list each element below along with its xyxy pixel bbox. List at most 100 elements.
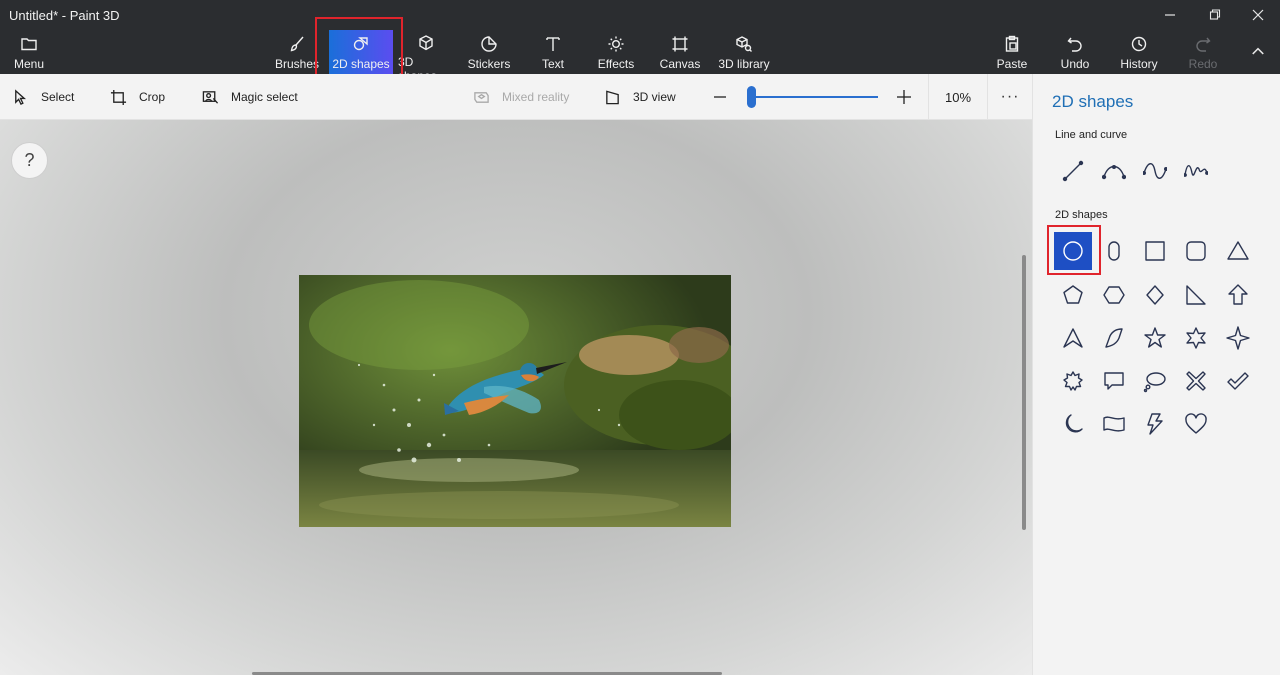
ribbon: Untitled* - Paint 3D Menu Brushes 2D sha…: [0, 0, 1280, 83]
kingfisher-photo: [299, 275, 731, 527]
magic-select-button[interactable]: Magic select: [202, 74, 298, 120]
line-shape[interactable]: [1054, 152, 1092, 190]
minimize-button[interactable]: [1150, 2, 1190, 28]
menu-label: Menu: [13, 57, 45, 71]
more-options-button[interactable]: ···: [990, 74, 1030, 120]
triangle-shape[interactable]: [1219, 232, 1257, 270]
crop-label: Crop: [139, 90, 166, 104]
hexagon-shape[interactable]: [1095, 276, 1133, 314]
tool-2d-shapes[interactable]: 2D shapes: [329, 30, 393, 74]
pentagon-shape[interactable]: [1054, 276, 1092, 314]
canvas-image[interactable]: [299, 275, 731, 527]
circle-shape[interactable]: [1054, 232, 1092, 270]
thought-bubble-shape[interactable]: [1136, 362, 1174, 400]
help-button[interactable]: ?: [11, 142, 48, 179]
3d-view-label: 3D view: [633, 90, 676, 104]
lightning-shape[interactable]: [1136, 405, 1174, 443]
action-label: Redo: [1188, 57, 1218, 71]
collapse-ribbon-button[interactable]: [1238, 38, 1278, 64]
tool-effects[interactable]: Effects: [594, 30, 638, 74]
cursor-icon: [15, 88, 27, 105]
undo-icon: [1065, 34, 1085, 54]
mixed-reality-button[interactable]: Mixed reality: [473, 74, 569, 120]
plus-icon: [897, 90, 911, 104]
zoom-out-button[interactable]: [709, 86, 731, 108]
thought-bubble-icon: [1143, 372, 1166, 393]
close-button[interactable]: [1238, 2, 1278, 28]
square-shape[interactable]: [1136, 232, 1174, 270]
heart-icon: [1185, 413, 1207, 434]
crop-button[interactable]: Crop: [110, 74, 165, 120]
close-icon: [1252, 9, 1264, 21]
curve-1-shape[interactable]: [1095, 152, 1133, 190]
tool-label: 3D library: [718, 57, 770, 71]
star-icon: [1144, 327, 1166, 348]
zoom-slider-track[interactable]: [748, 96, 878, 98]
line-icon: [1062, 160, 1084, 182]
tool-label: 2D shapes: [332, 57, 390, 71]
four-point-star-icon: [1226, 326, 1250, 350]
ellipse-shape[interactable]: [1095, 232, 1133, 270]
select-label: Select: [41, 90, 75, 104]
redo-button[interactable]: Redo: [1184, 30, 1222, 74]
folder-icon: [19, 34, 39, 54]
heart-shape[interactable]: [1177, 405, 1215, 443]
zoom-percentage[interactable]: 10%: [928, 74, 988, 120]
star-6-shape[interactable]: [1177, 319, 1215, 357]
2d-shapes-icon: [351, 34, 371, 54]
quarter-arc-icon: [1105, 328, 1123, 348]
arrowhead-shape[interactable]: [1054, 319, 1092, 357]
x-shape[interactable]: [1177, 362, 1215, 400]
right-triangle-shape[interactable]: [1177, 276, 1215, 314]
menu-button[interactable]: Menu: [6, 30, 52, 74]
sticker-icon: [479, 34, 499, 54]
action-label: Undo: [1060, 57, 1090, 71]
tool-label: Effects: [597, 57, 635, 71]
checkmark-shape[interactable]: [1219, 362, 1257, 400]
tool-label: Stickers: [467, 57, 511, 71]
curve-3-shape[interactable]: [1177, 152, 1215, 190]
quarter-circle-shape[interactable]: [1095, 319, 1133, 357]
tool-label: Brushes: [274, 57, 320, 71]
moon-shape[interactable]: [1054, 405, 1092, 443]
history-button[interactable]: History: [1117, 30, 1161, 74]
zoom-in-button[interactable]: [893, 86, 915, 108]
brush-icon: [287, 34, 307, 54]
restore-button[interactable]: [1195, 2, 1235, 28]
arrow-up-shape[interactable]: [1219, 276, 1257, 314]
tool-canvas[interactable]: Canvas: [658, 30, 702, 74]
arrow-up-icon: [1228, 284, 1248, 305]
select-button[interactable]: Select: [12, 74, 74, 120]
s-curve-icon: [1143, 163, 1167, 179]
magic-select-label: Magic select: [231, 90, 298, 104]
chevron-up-icon: [1252, 47, 1264, 55]
rounded-square-shape[interactable]: [1177, 232, 1215, 270]
vertical-scrollbar[interactable]: [1022, 255, 1026, 530]
tool-brushes[interactable]: Brushes: [272, 30, 322, 74]
right-triangle-icon: [1186, 285, 1206, 305]
banner-icon: [1103, 416, 1125, 432]
checkmark-icon: [1227, 372, 1249, 390]
speech-bubble-icon: [1104, 372, 1124, 390]
zoom-slider-thumb[interactable]: [746, 86, 756, 108]
minimize-icon: [1165, 14, 1175, 16]
action-label: Paste: [996, 57, 1028, 71]
crescent-moon-icon: [1065, 414, 1083, 433]
diamond-shape[interactable]: [1136, 276, 1174, 314]
star-5-shape[interactable]: [1136, 319, 1174, 357]
curve-2-shape[interactable]: [1136, 152, 1174, 190]
3d-view-button[interactable]: 3D view: [604, 74, 676, 120]
2d-shapes-section-label: 2D shapes: [1055, 209, 1108, 221]
tool-stickers[interactable]: Stickers: [464, 30, 514, 74]
3d-view-icon: [606, 89, 619, 104]
tool-text[interactable]: Text: [531, 30, 575, 74]
burst-shape[interactable]: [1054, 362, 1092, 400]
tool-3d-shapes[interactable]: 3D shapes: [398, 30, 454, 83]
banner-shape[interactable]: [1095, 405, 1133, 443]
triangle-icon: [1227, 241, 1249, 260]
star-4-shape[interactable]: [1219, 319, 1257, 357]
speech-bubble-shape[interactable]: [1095, 362, 1133, 400]
tool-3d-library[interactable]: 3D library: [716, 30, 772, 74]
paste-button[interactable]: Paste: [992, 30, 1032, 74]
undo-button[interactable]: Undo: [1055, 30, 1095, 74]
